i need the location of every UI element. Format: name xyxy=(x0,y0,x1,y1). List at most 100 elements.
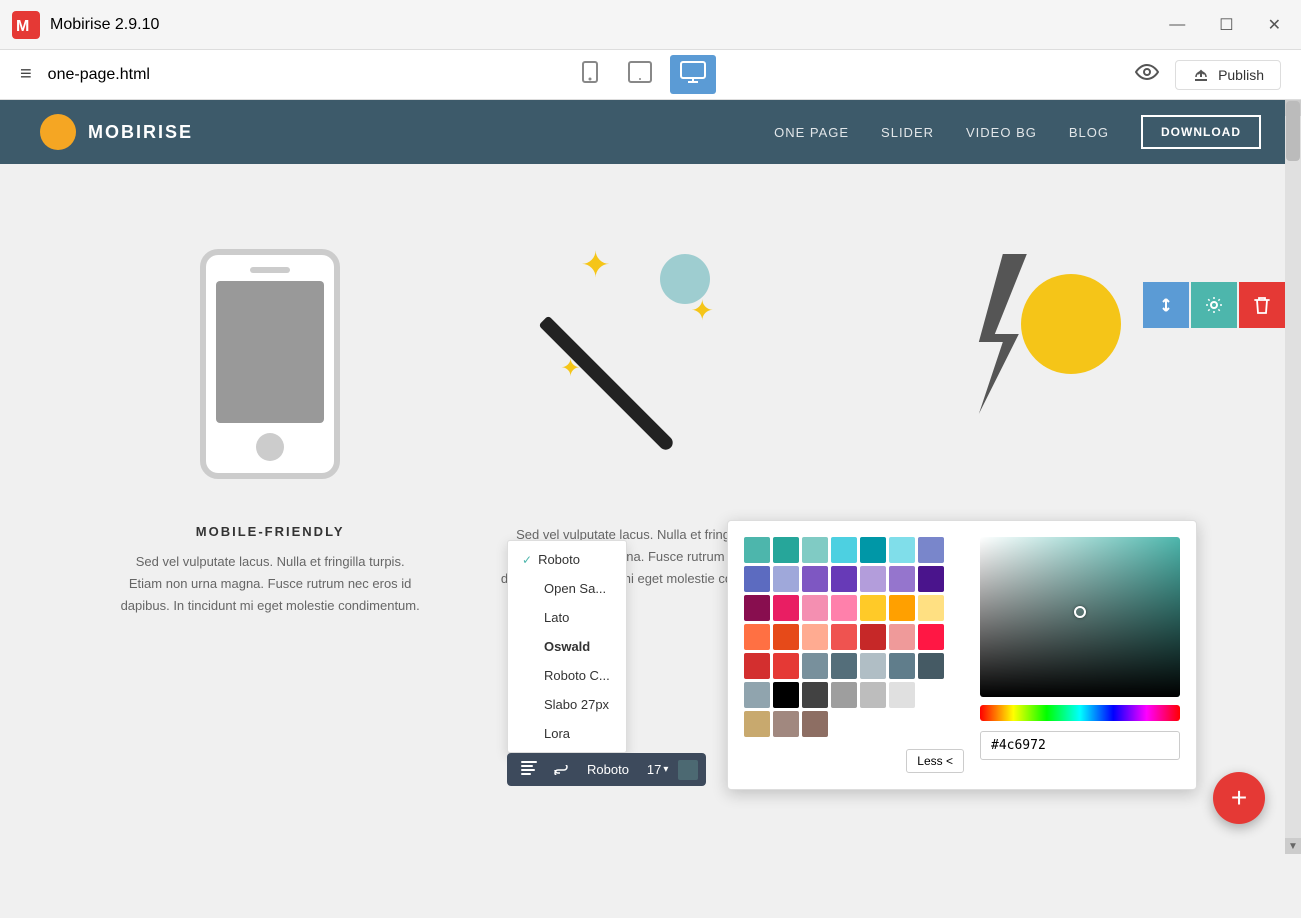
preview-button[interactable] xyxy=(1135,63,1159,87)
desktop-view-button[interactable] xyxy=(670,55,716,94)
color-hex-input[interactable] xyxy=(980,731,1180,760)
font-label-robotoc: Roboto C... xyxy=(544,668,610,683)
color-swatch-7986cb[interactable] xyxy=(918,537,944,563)
less-button[interactable]: Less < xyxy=(906,749,964,773)
delete-button[interactable] xyxy=(1239,282,1285,328)
color-swatch-607d8b[interactable] xyxy=(889,653,915,679)
font-item-opensans[interactable]: Open Sa... xyxy=(508,574,626,603)
color-swatch-80deea[interactable] xyxy=(889,537,915,563)
color-swatch-000000[interactable] xyxy=(773,682,799,708)
add-section-button[interactable]: + xyxy=(1213,772,1265,824)
color-swatch-ffa000[interactable] xyxy=(889,595,915,621)
color-swatch-b39ddb[interactable] xyxy=(860,566,886,592)
nav-link-videobg[interactable]: VIDEO BG xyxy=(966,125,1037,140)
scroll-down-button[interactable]: ▼ xyxy=(1285,838,1301,854)
font-size-display: 17 ▾ xyxy=(641,758,675,781)
color-swatch-78909c[interactable] xyxy=(802,653,828,679)
nav-link-blog[interactable]: BLOG xyxy=(1069,125,1109,140)
text-toolbar: Roboto 17 ▾ xyxy=(507,753,706,786)
color-swatch-424242[interactable] xyxy=(802,682,828,708)
phone-view-button[interactable] xyxy=(570,55,610,94)
color-swatch-c62828[interactable] xyxy=(860,624,886,650)
hamburger-icon[interactable]: ≡ xyxy=(20,63,32,86)
color-swatch-d32f2f[interactable] xyxy=(744,653,770,679)
tablet-icon xyxy=(628,61,652,83)
color-swatch-ef5350[interactable] xyxy=(831,624,857,650)
phone-illustration xyxy=(200,249,340,479)
color-swatch-e64a19[interactable] xyxy=(773,624,799,650)
color-swatch-546e7a[interactable] xyxy=(831,653,857,679)
hue-bar[interactable] xyxy=(980,705,1180,721)
minimize-button[interactable]: — xyxy=(1161,12,1193,38)
font-size-arrow[interactable]: ▾ xyxy=(663,764,668,775)
color-swatch-9fa8da[interactable] xyxy=(773,566,799,592)
color-swatch-c8a96e[interactable] xyxy=(744,711,770,737)
font-label-oswald: Oswald xyxy=(544,639,590,654)
color-swatch-80cbc4[interactable] xyxy=(802,537,828,563)
nav-link-slider[interactable]: SLIDER xyxy=(881,125,934,140)
color-swatch-f48fb1[interactable] xyxy=(802,595,828,621)
nav-link-onepage[interactable]: ONE PAGE xyxy=(774,125,849,140)
color-swatch-9575cd[interactable] xyxy=(889,566,915,592)
publish-button[interactable]: Publish xyxy=(1175,60,1281,90)
color-swatch-0097a7[interactable] xyxy=(860,537,886,563)
color-swatch-ff7043[interactable] xyxy=(744,624,770,650)
font-label-roboto: Roboto xyxy=(538,552,580,567)
reorder-button[interactable] xyxy=(1143,282,1189,328)
link-icon xyxy=(553,765,569,775)
font-dropdown: ✓ Roboto Open Sa... Lato Oswald Roboto C… xyxy=(507,540,627,753)
font-item-oswald[interactable]: Oswald xyxy=(508,632,626,661)
settings-button[interactable] xyxy=(1191,282,1237,328)
desktop-icon xyxy=(680,61,706,83)
font-size-value[interactable]: 17 xyxy=(647,762,661,777)
font-item-slabo[interactable]: Slabo 27px xyxy=(508,690,626,719)
link-button[interactable] xyxy=(547,758,575,782)
scrollbar-thumb[interactable] xyxy=(1286,101,1300,161)
color-swatch[interactable] xyxy=(678,760,698,780)
color-swatch-673ab7[interactable] xyxy=(831,566,857,592)
font-item-robotoc[interactable]: Roboto C... xyxy=(508,661,626,690)
tablet-view-button[interactable] xyxy=(618,55,662,94)
color-swatch-e0e0e0[interactable] xyxy=(889,682,915,708)
color-swatch-5c6bc0[interactable] xyxy=(744,566,770,592)
nav-brand-name: MOBIRISE xyxy=(88,122,193,143)
font-item-roboto[interactable]: ✓ Roboto xyxy=(508,545,626,574)
color-swatch-a1887f[interactable] xyxy=(773,711,799,737)
font-label-opensans: Open Sa... xyxy=(544,581,606,596)
view-switcher xyxy=(570,55,716,94)
color-swatch-455a64[interactable] xyxy=(918,653,944,679)
color-swatch-ffab91[interactable] xyxy=(802,624,828,650)
color-swatch-4dd0e1[interactable] xyxy=(831,537,857,563)
color-swatch-ff80ab[interactable] xyxy=(831,595,857,621)
swatch-grid xyxy=(744,537,964,737)
color-swatch-7e57c2[interactable] xyxy=(802,566,828,592)
color-swatch-bdbdbd[interactable] xyxy=(860,682,886,708)
color-swatch-4db6ac[interactable] xyxy=(744,537,770,563)
gradient-canvas[interactable] xyxy=(980,537,1180,697)
color-swatch-880e4f[interactable] xyxy=(744,595,770,621)
color-swatch-8d6e63[interactable] xyxy=(802,711,828,737)
color-swatch-4a148c[interactable] xyxy=(918,566,944,592)
font-name-display[interactable]: Roboto xyxy=(579,758,637,781)
section-toolbar xyxy=(1143,282,1285,328)
color-swatch-26a69a[interactable] xyxy=(773,537,799,563)
color-swatch-90a4ae[interactable] xyxy=(744,682,770,708)
color-swatch-9e9e9e[interactable] xyxy=(831,682,857,708)
nav-download-button[interactable]: DOWNLOAD xyxy=(1141,115,1261,149)
maximize-button[interactable]: ☐ xyxy=(1211,11,1241,39)
font-item-lato[interactable]: Lato xyxy=(508,603,626,632)
trash-icon xyxy=(1254,296,1270,314)
color-swatch-ffca28[interactable] xyxy=(860,595,886,621)
font-item-lora[interactable]: Lora xyxy=(508,719,626,748)
color-swatch-b0bec5[interactable] xyxy=(860,653,886,679)
color-swatch-ffffff[interactable] xyxy=(918,682,944,708)
color-swatch-ff1744[interactable] xyxy=(918,624,944,650)
scrollbar-right[interactable]: ▲ ▼ xyxy=(1285,100,1301,854)
color-swatch-e53935[interactable] xyxy=(773,653,799,679)
file-name-label: one-page.html xyxy=(48,66,150,84)
align-button[interactable] xyxy=(515,757,543,782)
close-button[interactable]: ✕ xyxy=(1260,11,1289,39)
color-swatch-ef9a9a[interactable] xyxy=(889,624,915,650)
color-swatch-ffe082[interactable] xyxy=(918,595,944,621)
color-swatch-e91e63[interactable] xyxy=(773,595,799,621)
